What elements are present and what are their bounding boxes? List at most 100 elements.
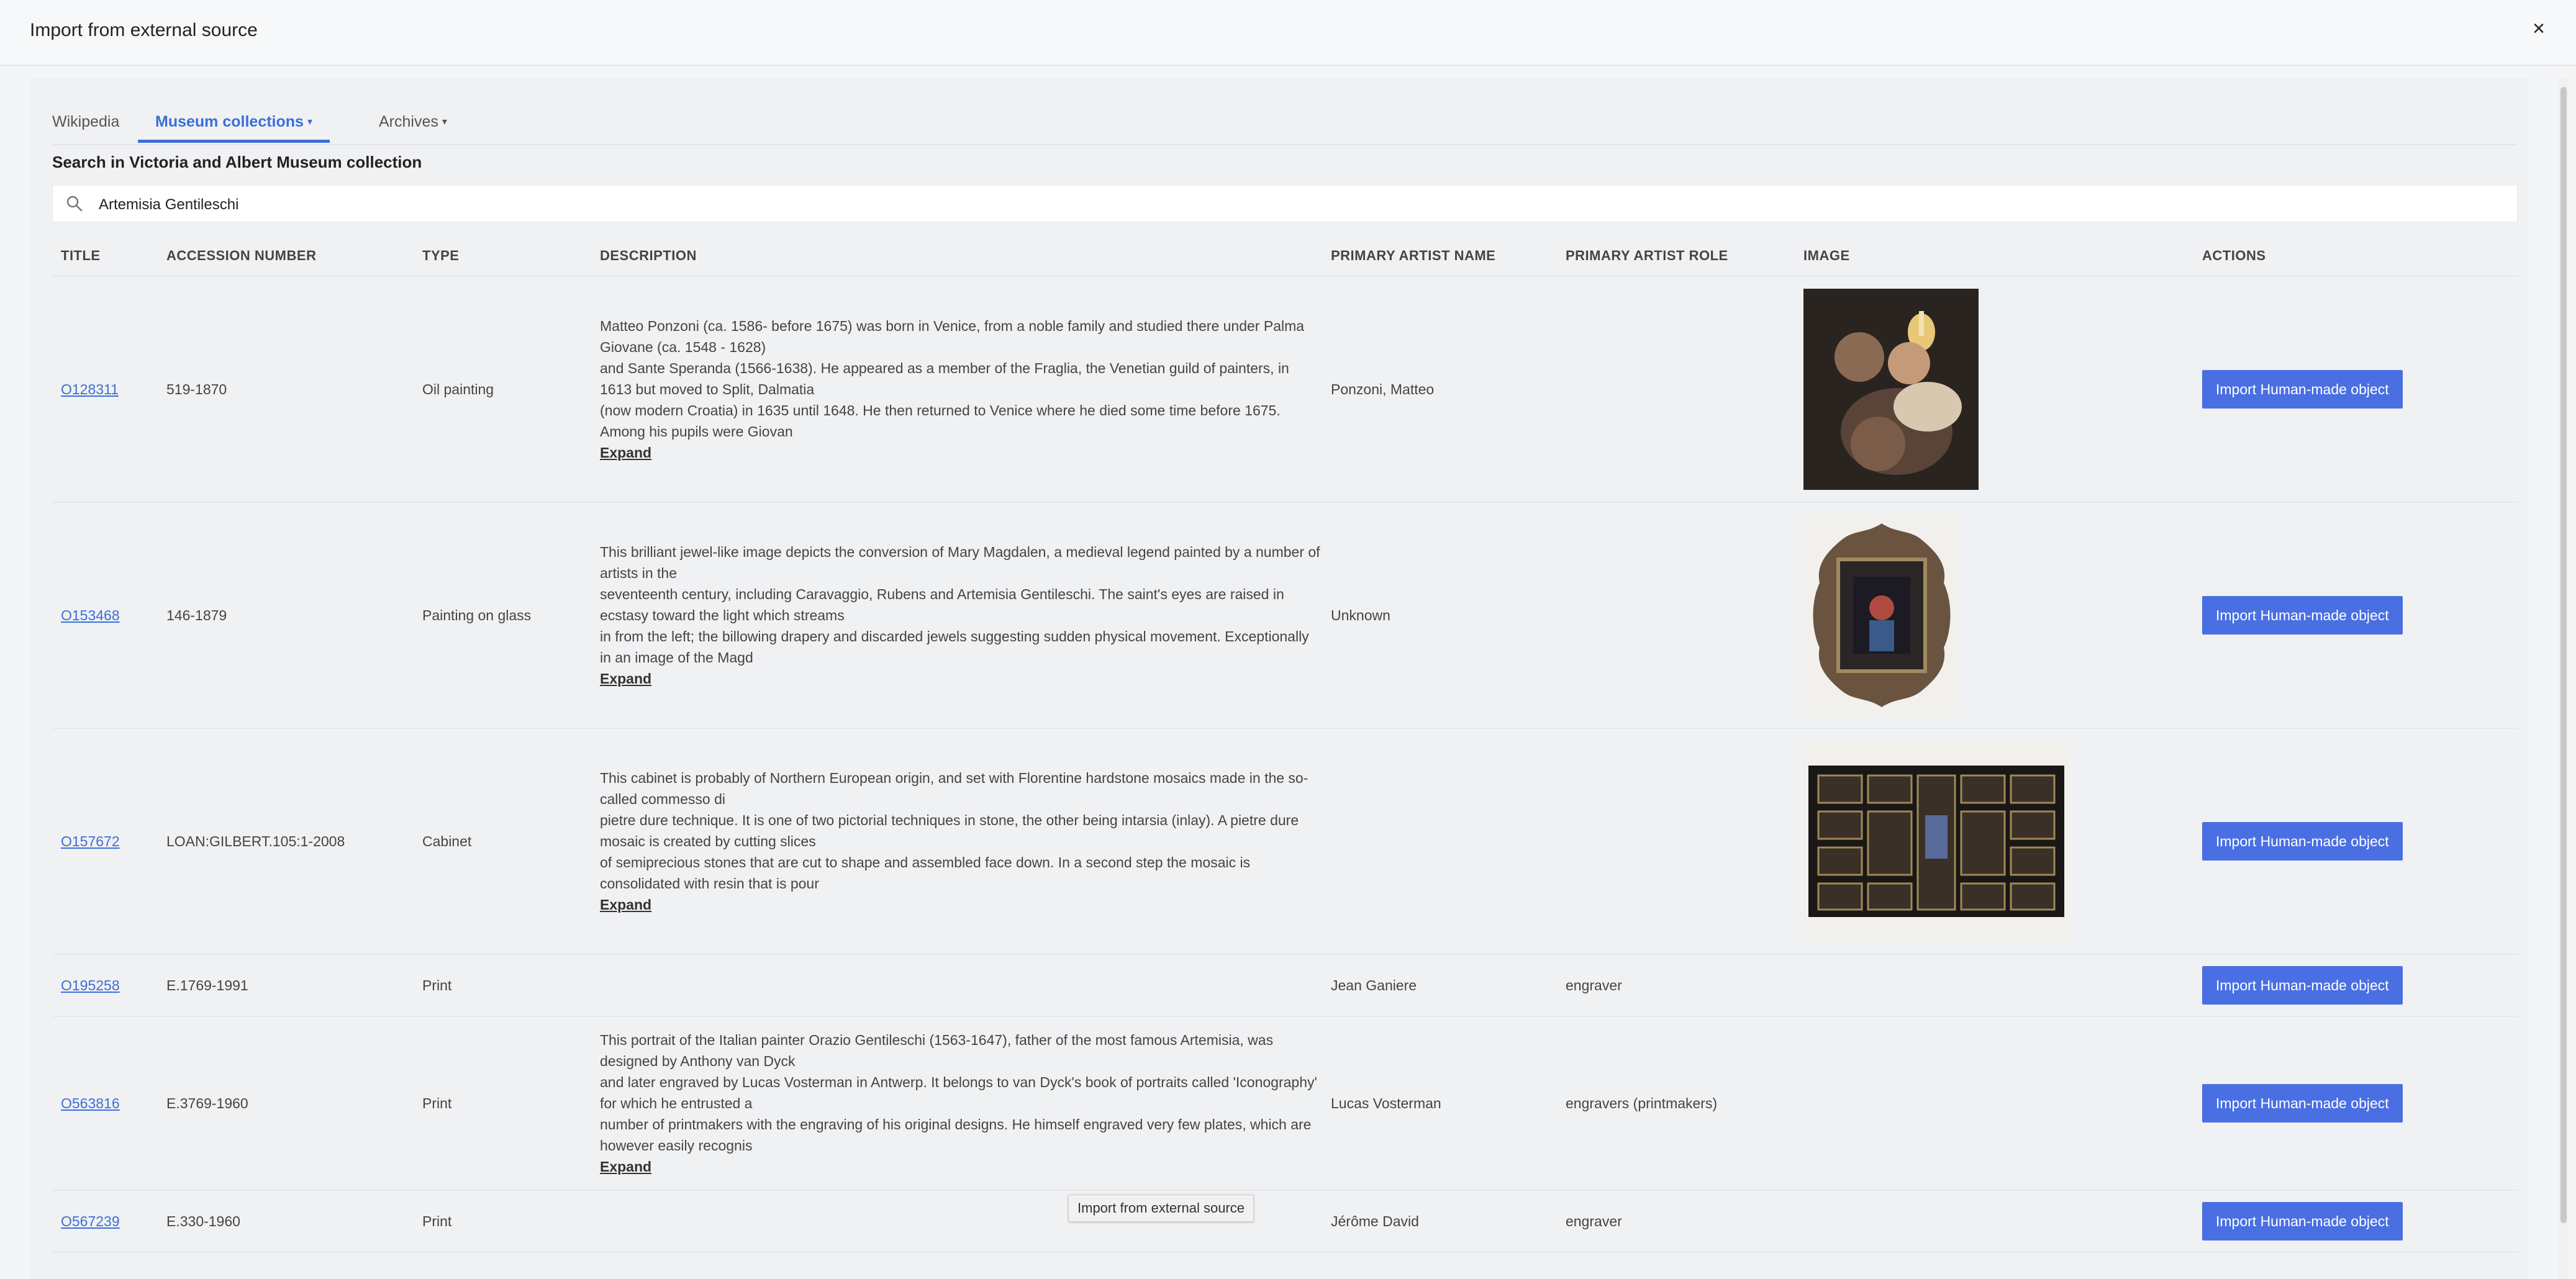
object-type: Oil painting xyxy=(414,276,591,503)
artist-role: engraver xyxy=(1557,1190,1795,1253)
source-tabs: Wikipedia Museum collections ▾ Archives ▾ xyxy=(52,92,2518,145)
artist-name: Lucas Vosterman xyxy=(1322,1016,1557,1191)
import-button[interactable]: Import Human-made object xyxy=(2202,1202,2403,1241)
table-row: O128311 519-1870 Oil painting Matteo Pon… xyxy=(52,276,2518,503)
image-cell xyxy=(1795,276,2193,503)
column-header-artist-name: PRIMARY ARTIST NAME xyxy=(1322,236,1557,277)
artist-role xyxy=(1557,502,1795,729)
description: Matteo Ponzoni (ca. 1586- before 1675) w… xyxy=(591,276,1322,503)
expand-link[interactable]: Expand xyxy=(600,445,651,461)
artist-name: Jérôme David xyxy=(1322,1190,1557,1253)
column-header-actions: ACTIONS xyxy=(2193,236,2518,277)
column-header-description: DESCRIPTION xyxy=(591,236,1322,277)
artist-role: engravers (printmakers) xyxy=(1557,1016,1795,1191)
description: This cabinet is probably of Northern Eur… xyxy=(591,728,1322,955)
description-line: and Sante Speranda (1566-1638). He appea… xyxy=(600,360,1289,397)
description-line: Matteo Ponzoni (ca. 1586- before 1675) w… xyxy=(600,318,1305,355)
chevron-down-icon: ▾ xyxy=(442,117,447,127)
column-header-title: TITLE xyxy=(52,236,158,277)
column-header-image: IMAGE xyxy=(1795,236,2193,277)
search-input[interactable] xyxy=(98,193,2460,217)
import-button[interactable]: Import Human-made object xyxy=(2202,822,2403,861)
image-cell xyxy=(1795,502,2193,729)
chevron-down-icon: ▾ xyxy=(307,117,312,127)
close-icon[interactable]: × xyxy=(2526,16,2551,41)
import-button[interactable]: Import Human-made object xyxy=(2202,596,2403,635)
artist-role: engraver xyxy=(1557,954,1795,1017)
object-link[interactable]: O195258 xyxy=(61,977,120,993)
accession-number: E.1769-1991 xyxy=(158,954,414,1017)
image-cell xyxy=(1795,1190,2193,1253)
artist-name: Jean Ganiere xyxy=(1322,954,1557,1017)
table-row: O153468 146-1879 Painting on glass This … xyxy=(52,502,2518,729)
modal-header: Import from external source × xyxy=(0,0,2576,66)
column-header-accession: ACCESSION NUMBER xyxy=(158,236,414,277)
object-link[interactable]: O567239 xyxy=(61,1213,120,1229)
artist-role xyxy=(1557,728,1795,955)
object-link[interactable]: O157672 xyxy=(61,833,120,849)
tab-archives[interactable]: Archives ▾ xyxy=(379,92,447,143)
cabinet-thumbnail xyxy=(1803,741,2069,942)
column-header-type: TYPE xyxy=(414,236,591,277)
tab-wikipedia[interactable]: Wikipedia xyxy=(52,92,119,143)
description-line: seventeenth century, including Caravaggi… xyxy=(600,586,1284,623)
object-type: Print xyxy=(414,954,591,1017)
import-panel: Wikipedia Museum collections ▾ Archives ▾ … xyxy=(30,78,2528,1279)
accession-number: 146-1879 xyxy=(158,502,414,729)
description-line: (now modern Croatia) in 1635 until 1648.… xyxy=(600,402,1281,440)
results-table: TITLE ACCESSION NUMBER TYPE DESCRIPTION … xyxy=(52,236,2518,1253)
artist-name: Unknown xyxy=(1322,502,1557,729)
tab-label: Museum collections xyxy=(155,113,304,130)
table-row: O195258 E.1769-1991 Print Jean Ganiere e… xyxy=(52,954,2518,1017)
vertical-scrollbar[interactable] xyxy=(2559,78,2569,1279)
accession-number: E.3769-1960 xyxy=(158,1016,414,1191)
table-header-row: TITLE ACCESSION NUMBER TYPE DESCRIPTION … xyxy=(52,236,2518,277)
object-type: Painting on glass xyxy=(414,502,591,729)
import-button[interactable]: Import Human-made object xyxy=(2202,370,2403,409)
accession-number: LOAN:GILBERT.105:1-2008 xyxy=(158,728,414,955)
object-link[interactable]: O563816 xyxy=(61,1095,120,1111)
description-line: number of printmakers with the engraving… xyxy=(600,1116,1312,1154)
artist-role xyxy=(1557,276,1795,503)
search-box[interactable] xyxy=(52,185,2518,222)
search-icon xyxy=(66,196,83,212)
import-button[interactable]: Import Human-made object xyxy=(2202,966,2403,1005)
image-cell xyxy=(1795,728,2193,955)
description xyxy=(591,954,1322,1017)
image-cell xyxy=(1795,954,2193,1017)
accession-number: E.330-1960 xyxy=(158,1190,414,1253)
description: This brilliant jewel-like image depicts … xyxy=(591,502,1322,729)
object-link[interactable]: O153468 xyxy=(61,607,120,623)
description-line: pietre dure technique. It is one of two … xyxy=(600,812,1299,849)
accession-number: 519-1870 xyxy=(158,276,414,503)
artist-name xyxy=(1322,728,1557,955)
scrollbar-thumb[interactable] xyxy=(2560,87,2567,1223)
table-row: O567239 E.330-1960 Print Jérôme David en… xyxy=(52,1190,2518,1253)
tab-label: Archives xyxy=(379,113,438,130)
search-label: Search in Victoria and Albert Museum col… xyxy=(52,153,422,171)
tab-label: Wikipedia xyxy=(52,113,120,130)
expand-link[interactable]: Expand xyxy=(600,1159,651,1175)
image-cell xyxy=(1795,1016,2193,1191)
object-link[interactable]: O128311 xyxy=(61,381,119,397)
column-header-artist-role: PRIMARY ARTIST ROLE xyxy=(1557,236,1795,277)
object-type: Cabinet xyxy=(414,728,591,955)
modal-title: Import from external source xyxy=(30,20,258,40)
description-line: This brilliant jewel-like image depicts … xyxy=(600,544,1320,581)
description-line: This cabinet is probably of Northern Eur… xyxy=(600,770,1308,807)
tooltip: Import from external source xyxy=(1068,1195,1254,1222)
description: This portrait of the Italian painter Ora… xyxy=(591,1016,1322,1191)
framed-glass-thumbnail xyxy=(1803,515,1960,716)
import-button[interactable]: Import Human-made object xyxy=(2202,1084,2403,1123)
description-line: This portrait of the Italian painter Ora… xyxy=(600,1032,1274,1069)
description-line: of semiprecious stones that are cut to s… xyxy=(600,854,1251,892)
painting-thumbnail xyxy=(1803,289,1979,490)
expand-link[interactable]: Expand xyxy=(600,897,651,913)
table-row: O563816 E.3769-1960 Print This portrait … xyxy=(52,1016,2518,1191)
description-line: in from the left; the billowing drapery … xyxy=(600,628,1309,666)
tab-museum-collections[interactable]: Museum collections ▾ xyxy=(138,92,330,143)
object-type: Print xyxy=(414,1016,591,1191)
object-type: Print xyxy=(414,1190,591,1253)
expand-link[interactable]: Expand xyxy=(600,671,651,687)
description-line: and later engraved by Lucas Vosterman in… xyxy=(600,1074,1317,1111)
